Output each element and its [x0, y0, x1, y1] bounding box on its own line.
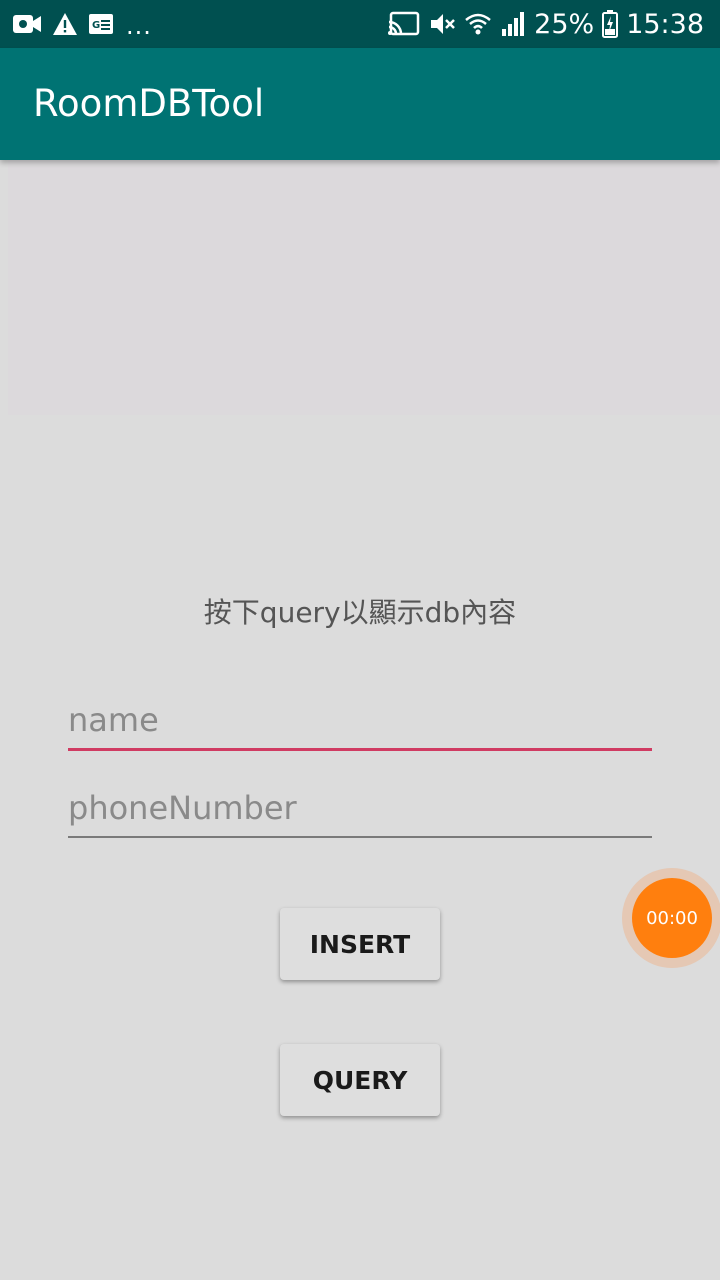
video-camera-icon	[12, 13, 42, 35]
wifi-icon	[464, 11, 492, 37]
query-hint-text: 按下query以顯示db內容	[203, 596, 517, 629]
app-title: RoomDBTool	[33, 82, 265, 125]
app-screen: G ... 25% 15:38 RoomDBTool 按下query以顯示db內…	[0, 0, 720, 1280]
cast-icon	[388, 11, 420, 37]
status-time: 15:38	[626, 8, 704, 40]
recording-timer-button[interactable]: 00:00	[632, 878, 712, 958]
results-area	[8, 160, 720, 415]
signal-icon	[500, 11, 526, 37]
status-left-group: G ...	[12, 0, 152, 48]
phone-number-input[interactable]	[68, 780, 652, 836]
warning-icon	[52, 12, 78, 36]
insert-button[interactable]: INSERT	[280, 908, 440, 980]
svg-text:G: G	[92, 20, 100, 31]
battery-percent: 25%	[534, 8, 595, 40]
ge-news-icon: G	[88, 13, 114, 35]
battery-icon	[602, 10, 619, 38]
status-overflow: ...	[126, 12, 152, 40]
status-right-group: 25% 15:38	[388, 0, 704, 48]
name-field-container	[68, 692, 652, 751]
name-input-underline	[68, 748, 652, 751]
name-input[interactable]	[68, 692, 652, 748]
app-bar: RoomDBTool	[0, 48, 720, 160]
mute-icon	[428, 11, 456, 37]
phone-field-container	[68, 780, 652, 838]
query-button[interactable]: QUERY	[280, 1044, 440, 1116]
phone-input-underline	[68, 836, 652, 838]
status-bar: G ... 25% 15:38	[0, 0, 720, 48]
